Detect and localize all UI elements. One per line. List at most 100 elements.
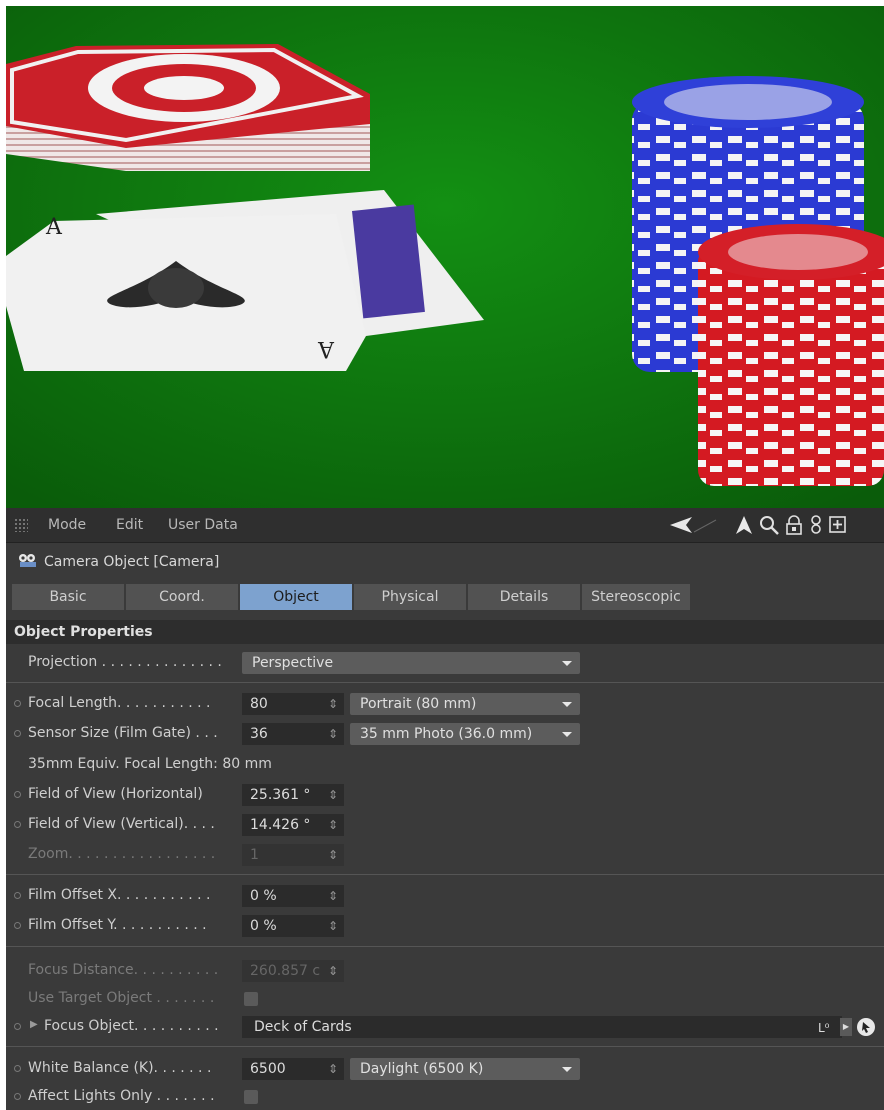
projection-dropdown[interactable]: Perspective (242, 652, 580, 674)
up-arrow-icon[interactable] (734, 514, 754, 536)
menu-user-data[interactable]: User Data (168, 517, 238, 533)
expand-arrow-icon[interactable]: ▶ (30, 1019, 38, 1030)
back-arrow-icon[interactable] (666, 514, 720, 536)
keyframe-dot-icon[interactable] (14, 730, 21, 737)
focus-object-label: Focus Object. . . . . . . . . . (44, 1018, 219, 1034)
new-window-icon[interactable] (828, 514, 848, 536)
divider (6, 1046, 884, 1047)
menu-mode[interactable]: Mode (48, 517, 86, 533)
fov-vertical-value: 14.426 ° (250, 817, 311, 833)
white-balance-label: White Balance (K). . . . . . . (28, 1060, 212, 1076)
lock-icon[interactable] (784, 514, 804, 536)
zoom-label: Zoom. . . . . . . . . . . . . . . . . (28, 846, 216, 862)
use-target-checkbox[interactable] (244, 992, 258, 1006)
attribute-manager-panel: Mode Edit User Data Camera Object [Camer… (6, 508, 884, 1110)
stepper-icon[interactable]: ⇕ (328, 784, 338, 806)
affect-lights-checkbox[interactable] (244, 1090, 258, 1104)
stepper-icon[interactable]: ⇕ (328, 1058, 338, 1080)
white-balance-value: 6500 (250, 1061, 286, 1077)
projection-row: Projection . . . . . . . . . . . . . . P… (6, 650, 884, 676)
keyframe-dot-icon[interactable] (14, 791, 21, 798)
stepper-icon[interactable]: ⇕ (328, 915, 338, 937)
focal-length-label: Focal Length. . . . . . . . . . . (28, 695, 211, 711)
projection-label: Projection . . . . . . . . . . . . . . (28, 654, 222, 670)
fov-vertical-label: Field of View (Vertical). . . . (28, 816, 215, 832)
chevron-down-icon (562, 661, 572, 666)
svg-text:A: A (317, 336, 335, 361)
object-link-icon[interactable]: L⁰ (818, 1019, 836, 1035)
film-offset-x-input[interactable]: 0 % ⇕ (242, 885, 344, 907)
stepper-icon: ⇕ (327, 848, 338, 862)
sensor-size-preset-dropdown[interactable]: 35 mm Photo (36.0 mm) (350, 723, 580, 745)
stepper-icon: ⇕ (327, 964, 338, 978)
stepper-icon[interactable]: ⇕ (328, 693, 338, 715)
tab-basic[interactable]: Basic (12, 584, 126, 610)
keyframe-dot-icon[interactable] (14, 1023, 21, 1030)
svg-text:L⁰: L⁰ (818, 1021, 830, 1035)
zoom-row: Zoom. . . . . . . . . . . . . . . . . 1 … (6, 842, 884, 868)
affect-lights-row: Affect Lights Only . . . . . . . (6, 1084, 884, 1110)
white-balance-preset-dropdown[interactable]: Daylight (6500 K) (350, 1058, 580, 1080)
stepper-icon[interactable]: ⇕ (328, 885, 338, 907)
film-offset-y-input[interactable]: 0 % ⇕ (242, 915, 344, 937)
film-offset-x-value: 0 % (250, 888, 277, 904)
keyframe-dot-icon[interactable] (14, 1065, 21, 1072)
sensor-size-value: 36 (250, 726, 268, 742)
stepper-icon[interactable]: ⇕ (328, 723, 338, 745)
focus-object-link-field[interactable]: Deck of Cards (242, 1016, 842, 1038)
red-chip-stack (698, 224, 884, 486)
sensor-size-input[interactable]: 36 ⇕ (242, 723, 344, 745)
panel-grip-icon[interactable] (14, 518, 28, 532)
fov-horizontal-label: Field of View (Horizontal) (28, 786, 203, 802)
link-icon[interactable] (808, 514, 824, 536)
film-offset-y-label: Film Offset Y. . . . . . . . . . . (28, 917, 207, 933)
zoom-value: 1 (250, 847, 259, 863)
keyframe-dot-icon[interactable] (14, 892, 21, 899)
focus-distance-value: 260.857 c (250, 963, 321, 979)
render-viewport[interactable]: A A (6, 6, 884, 508)
poker-scene-render: A A (6, 6, 884, 508)
sensor-size-label: Sensor Size (Film Gate) . . . (28, 725, 218, 741)
focal-length-input[interactable]: 80 ⇕ (242, 693, 344, 715)
chevron-down-icon (562, 1067, 572, 1072)
projection-value: Perspective (252, 655, 334, 671)
tab-object[interactable]: Object (240, 584, 354, 610)
focus-distance-input: 260.857 c ⇕ (242, 960, 344, 982)
tab-stereoscopic[interactable]: Stereoscopic (582, 584, 692, 610)
focus-distance-label: Focus Distance. . . . . . . . . . (28, 962, 219, 978)
fov-horizontal-input[interactable]: 25.361 ° ⇕ (242, 784, 344, 806)
stepper-icon[interactable]: ⇕ (328, 814, 338, 836)
fov-horizontal-row: Field of View (Horizontal) 25.361 ° ⇕ (6, 782, 884, 808)
link-menu-arrow-icon[interactable]: ▶ (840, 1018, 852, 1036)
use-target-label: Use Target Object . . . . . . . (28, 990, 215, 1006)
keyframe-dot-icon[interactable] (14, 922, 21, 929)
keyframe-dot-icon[interactable] (14, 1093, 21, 1100)
object-title: Camera Object [Camera] (44, 554, 220, 570)
keyframe-dot-icon[interactable] (14, 821, 21, 828)
fov-vertical-input[interactable]: 14.426 ° ⇕ (242, 814, 344, 836)
film-offset-y-row: Film Offset Y. . . . . . . . . . . 0 % ⇕ (6, 913, 884, 939)
sensor-size-row: Sensor Size (Film Gate) . . . 36 ⇕ 35 mm… (6, 721, 884, 747)
screenshot-frame: A A Mode Edit User Data Camera Object [C… (0, 0, 884, 1110)
tab-physical[interactable]: Physical (354, 584, 468, 610)
tab-coord[interactable]: Coord. (126, 584, 240, 610)
white-balance-input[interactable]: 6500 ⇕ (242, 1058, 344, 1080)
chevron-down-icon (562, 732, 572, 737)
tab-details[interactable]: Details (468, 584, 582, 610)
menu-bar: Mode Edit User Data (6, 508, 884, 543)
equiv-focal-length-text: 35mm Equiv. Focal Length: 80 mm (28, 756, 272, 772)
menu-edit[interactable]: Edit (116, 517, 143, 533)
keyframe-dot-icon[interactable] (14, 700, 21, 707)
divider (6, 874, 884, 875)
svg-text:A: A (45, 215, 63, 240)
focal-length-preset-dropdown[interactable]: Portrait (80 mm) (350, 693, 580, 715)
focus-object-row: ▶ Focus Object. . . . . . . . . . Deck o… (6, 1014, 884, 1040)
film-offset-x-row: Film Offset X. . . . . . . . . . . 0 % ⇕ (6, 883, 884, 909)
white-balance-preset: Daylight (6500 K) (360, 1061, 484, 1077)
search-icon[interactable] (758, 514, 780, 536)
divider (6, 946, 884, 947)
affect-lights-label: Affect Lights Only . . . . . . . (28, 1088, 215, 1104)
chevron-down-icon (562, 702, 572, 707)
pick-object-icon[interactable] (856, 1017, 876, 1037)
use-target-row: Use Target Object . . . . . . . (6, 986, 884, 1012)
